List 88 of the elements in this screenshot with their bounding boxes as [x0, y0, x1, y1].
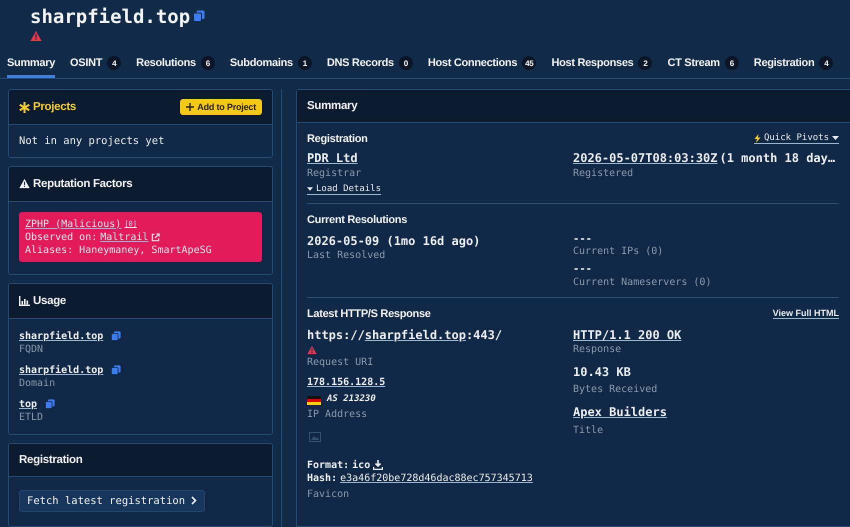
field-label: Title: [573, 424, 604, 438]
plus-icon: [186, 103, 194, 111]
count-badge: 45: [522, 56, 536, 70]
tab[interactable]: Host Responses 2: [551, 48, 652, 78]
aliases-text: Aliases: Haneymaney, SmartApeSG: [25, 244, 213, 257]
registered-age: (1 month 18 day…: [720, 151, 836, 167]
registered-date-link[interactable]: 2026-05-07T08:03:30Z: [573, 151, 718, 167]
hash-link[interactable]: e3a46f20be728d46dac88ec757345713: [340, 472, 533, 485]
asn-text: AS 213230: [327, 394, 376, 406]
usage-type: Domain: [19, 376, 56, 390]
empty-message: Not in any projects yet: [19, 135, 166, 149]
nameservers-value: ---: [573, 264, 592, 276]
tab[interactable]: Summary: [7, 48, 56, 78]
field-label: Current Nameservers (0): [573, 276, 712, 289]
projects-title: Projects: [19, 101, 76, 113]
tab[interactable]: CT Stream 6: [667, 48, 739, 78]
asterisk-icon: [19, 102, 30, 112]
format-label: Format:: [307, 458, 350, 472]
count-badge: 2: [638, 56, 652, 70]
copy-icon[interactable]: [193, 10, 206, 22]
tab[interactable]: Resolutions 6: [136, 48, 215, 78]
usage-link[interactable]: sharpfield.top: [19, 364, 104, 377]
add-to-project-button[interactable]: Add to Project: [180, 99, 262, 115]
chart-icon: [19, 296, 30, 306]
section-title: Registration: [307, 133, 368, 145]
image-placeholder-icon: [309, 432, 321, 442]
tab[interactable]: OSINT 4: [70, 48, 122, 78]
lightning-icon: [754, 134, 761, 142]
field-label: Request URI: [307, 356, 374, 370]
field-label: Registered: [573, 166, 634, 180]
usage-link[interactable]: top: [19, 398, 38, 411]
domain-title: sharpfield.top: [30, 6, 190, 28]
registrar-link[interactable]: PDR Ltd: [307, 151, 358, 167]
source-link[interactable]: Maltrail: [100, 230, 148, 244]
usage-type: ETLD: [19, 410, 44, 424]
summary-title: Summary: [307, 100, 358, 112]
field-label: Last Resolved: [307, 249, 386, 262]
field-label: IP Address: [307, 408, 368, 421]
tab[interactable]: Registration 4: [754, 48, 834, 78]
usage-title: Usage: [19, 294, 66, 307]
field-label: Response: [573, 343, 622, 356]
field-label: Current IPs (0): [573, 245, 664, 258]
quick-pivots-dropdown[interactable]: Quick Pivots: [754, 133, 839, 144]
page-title-link[interactable]: Apex Builders: [573, 404, 667, 420]
warning-icon: [19, 178, 30, 190]
count-badge: 6: [200, 56, 215, 70]
count-badge: 4: [107, 56, 122, 70]
load-details-toggle[interactable]: Load Details: [307, 184, 382, 195]
tab[interactable]: DNS Records 0: [326, 48, 413, 78]
field-label: Registrar: [307, 166, 362, 180]
usage-type: FQDN: [19, 342, 44, 356]
caret-icon: [307, 186, 313, 191]
format-value: ico: [352, 458, 370, 472]
hash-label: Hash:: [307, 472, 338, 485]
factor-link[interactable]: ZPHP (Malicious): [25, 218, 122, 231]
last-resolved-value: 2026-05-09 (1mo 16d ago): [307, 234, 480, 250]
external-link-icon: [151, 232, 160, 242]
copy-icon[interactable]: [111, 365, 122, 376]
count-badge: 1: [298, 56, 312, 70]
tab[interactable]: Host Connections 45: [428, 48, 536, 78]
caret-icon: [832, 136, 839, 140]
field-label: Bytes Received: [573, 382, 658, 396]
registration-title: Registration: [19, 454, 82, 466]
uri-port-path: :443/: [466, 328, 502, 344]
field-label: Favicon: [307, 488, 350, 501]
count-badge: 4: [819, 56, 834, 70]
flag-icon: [307, 396, 321, 405]
copy-icon[interactable]: [45, 399, 56, 410]
reference-mark[interactable]: [0]: [124, 220, 137, 228]
uri-host-link[interactable]: sharpfield.top: [364, 328, 466, 344]
observed-label: Observed on:: [25, 230, 98, 244]
count-badge: 0: [398, 56, 413, 70]
ip-address-link[interactable]: 178.156.128.5: [307, 376, 386, 390]
fetch-registration-button[interactable]: Fetch latest registration: [19, 490, 206, 512]
reputation-title: Reputation Factors: [19, 178, 132, 190]
uri-scheme: https://: [307, 328, 365, 344]
response-status-link[interactable]: HTTP/1.1 200 OK: [573, 328, 682, 344]
tab[interactable]: Subdomains 1: [230, 48, 312, 78]
download-icon[interactable]: [373, 460, 384, 470]
copy-icon[interactable]: [111, 331, 122, 342]
section-title: Current Resolutions: [307, 214, 408, 226]
usage-link[interactable]: sharpfield.top: [19, 330, 104, 343]
section-title: Latest HTTP/S Response: [307, 308, 431, 320]
chevron-icon: [191, 496, 198, 506]
bytes-value: 10.43 KB: [573, 365, 631, 381]
count-badge: 6: [724, 56, 739, 70]
view-full-html-link[interactable]: View Full HTML: [772, 308, 839, 319]
current-ips-value: ---: [573, 234, 592, 246]
